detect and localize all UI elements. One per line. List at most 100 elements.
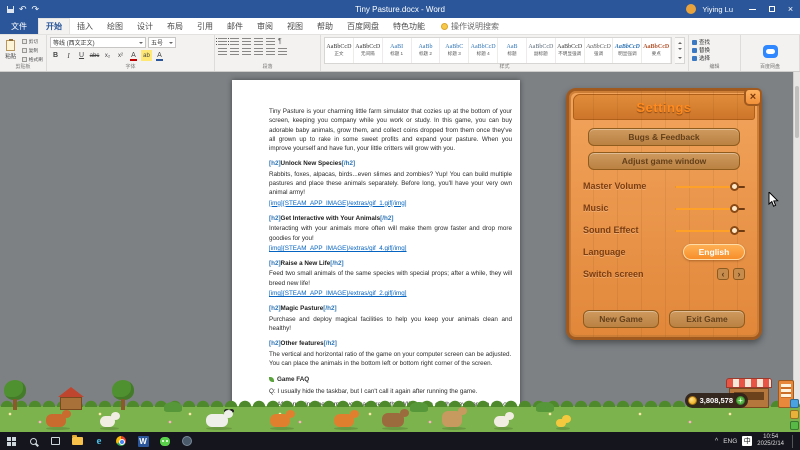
ribbon-tab-特色功能[interactable]: 特色功能 [386, 18, 432, 34]
style-card[interactable]: AaBbCcD标题 4 [469, 38, 498, 63]
start-button[interactable] [0, 432, 22, 450]
ime-badge[interactable]: 中 [742, 436, 752, 446]
numbering-icon[interactable] [230, 38, 239, 45]
font-button[interactable]: A [128, 50, 139, 61]
bullets-icon[interactable] [218, 38, 227, 45]
font-button[interactable]: I [63, 50, 74, 61]
animal-deer[interactable] [442, 411, 462, 427]
gallery-more-button[interactable] [675, 55, 684, 63]
slider-knob[interactable] [730, 182, 739, 191]
edge-button[interactable]: e [88, 432, 110, 450]
style-card[interactable]: AaBb标题 2 [412, 38, 441, 63]
tell-me[interactable]: 操作说明搜索 [432, 18, 508, 34]
editing-button[interactable]: 选择 [692, 54, 737, 62]
style-card[interactable]: AaBbCcD要点 [642, 38, 671, 63]
align-right-icon[interactable] [242, 48, 251, 55]
clipboard-button[interactable]: 格式刷 [22, 56, 43, 63]
line-spacing-icon[interactable] [266, 48, 275, 55]
paste-button[interactable]: 粘贴 [3, 37, 19, 63]
notification-center-button[interactable] [792, 435, 796, 448]
game-collection-button[interactable] [790, 421, 799, 430]
settings-close-button[interactable]: × [744, 88, 762, 106]
slider-knob[interactable] [730, 226, 739, 235]
save-icon[interactable] [7, 6, 14, 13]
game-settings-button[interactable] [790, 399, 799, 408]
editing-button[interactable]: 查找 [692, 38, 737, 46]
vertical-scrollbar[interactable] [793, 72, 800, 432]
tray-chevron-icon[interactable]: ^ [715, 438, 718, 445]
animal-fox[interactable] [270, 414, 290, 427]
ribbon-tab-设计[interactable]: 设计 [130, 18, 160, 34]
scrollbar-thumb[interactable] [795, 86, 799, 138]
search-button[interactable] [22, 432, 44, 450]
ribbon-tab-开始[interactable]: 开始 [38, 18, 70, 34]
ribbon-tab-邮件[interactable]: 邮件 [220, 18, 250, 34]
font-button[interactable]: ab [141, 50, 152, 61]
font-button[interactable]: x² [115, 50, 126, 61]
minimize-button[interactable] [743, 0, 762, 18]
font-button[interactable]: U [76, 50, 87, 61]
style-card[interactable]: AaBbCcD不明显强调 [556, 38, 585, 63]
style-card[interactable]: AaBbC标题 3 [440, 38, 469, 63]
gallery-down-button[interactable] [675, 46, 684, 54]
ribbon-tab-百度网盘[interactable]: 百度网盘 [340, 18, 386, 34]
clipboard-button[interactable]: 复制 [22, 47, 43, 54]
file-explorer-button[interactable] [66, 432, 88, 450]
image-link[interactable]: [img]{STEAM_APP_IMAGE}/extras/gif_4.gif[… [269, 244, 512, 253]
switch-left-button[interactable]: ‹ [717, 268, 729, 280]
avatar[interactable] [686, 4, 696, 14]
ribbon-tab-帮助[interactable]: 帮助 [310, 18, 340, 34]
font-button[interactable]: A [154, 50, 165, 61]
gallery-up-button[interactable] [675, 38, 684, 46]
font-name-select[interactable]: 等线 (西文正文) [50, 37, 146, 48]
document-page[interactable]: Tiny Pasture is your charming little far… [232, 80, 520, 432]
animal-panda[interactable] [206, 414, 228, 427]
chrome-button[interactable] [110, 432, 132, 450]
adjust-window-button[interactable]: Adjust game window [588, 152, 740, 170]
ribbon-tab-视图[interactable]: 视图 [280, 18, 310, 34]
steam-button[interactable] [176, 432, 198, 450]
font-button[interactable]: B [50, 50, 61, 61]
animal-capybara[interactable] [382, 413, 404, 427]
animal-bird[interactable] [556, 419, 566, 427]
new-game-button[interactable]: New Game [583, 310, 659, 328]
align-left-icon[interactable] [218, 48, 227, 55]
bugs-feedback-button[interactable]: Bugs & Feedback [588, 128, 740, 146]
multilevel-list-icon[interactable] [242, 38, 251, 45]
maximize-button[interactable] [762, 0, 781, 18]
increase-indent-icon[interactable] [266, 38, 275, 45]
slider-control[interactable] [675, 226, 745, 235]
undo-icon[interactable]: ↶ [19, 5, 27, 14]
align-center-icon[interactable] [230, 48, 239, 55]
tray-language[interactable]: ENG [723, 438, 737, 445]
ribbon-tab-布局[interactable]: 布局 [160, 18, 190, 34]
ribbon-tab-审阅[interactable]: 审阅 [250, 18, 280, 34]
style-card[interactable]: AaBbCcD正文 [325, 38, 354, 63]
style-card[interactable]: AaBbCcD无间隔 [354, 38, 383, 63]
image-link[interactable]: [img]{STEAM_APP_IMAGE}/extras/gif_1.gif[… [269, 199, 512, 208]
close-button[interactable]: × [781, 0, 800, 18]
slider-control[interactable] [675, 182, 745, 191]
editing-button[interactable]: 替换 [692, 46, 737, 54]
decrease-indent-icon[interactable] [254, 38, 263, 45]
font-button[interactable]: abc [89, 50, 100, 61]
style-card[interactable]: AaBI标题 1 [383, 38, 412, 63]
animal-rabbit[interactable] [100, 416, 115, 427]
redo-icon[interactable]: ↷ [32, 5, 40, 14]
slider-knob[interactable] [730, 204, 739, 213]
style-card[interactable]: AaBbCcD强调 [585, 38, 614, 63]
animal-rabbit[interactable] [494, 416, 509, 427]
font-button[interactable]: x₂ [102, 50, 113, 61]
justify-icon[interactable] [254, 48, 263, 55]
animal-red-panda[interactable] [46, 414, 66, 427]
style-card[interactable]: AaBbCcD明显强调 [613, 38, 642, 63]
game-shop-button[interactable] [790, 410, 799, 419]
pilcrow-icon[interactable]: ¶ [278, 38, 282, 45]
task-view-button[interactable] [44, 432, 66, 450]
style-card[interactable]: AaBbCcD副标题 [527, 38, 556, 63]
wechat-button[interactable] [154, 432, 176, 450]
ribbon-tab-插入[interactable]: 插入 [70, 18, 100, 34]
image-link[interactable]: [img]{STEAM_APP_IMAGE}/extras/gif_2.gif[… [269, 289, 512, 298]
font-size-select[interactable]: 五号 [148, 37, 176, 48]
exit-game-button[interactable]: Exit Game [669, 310, 745, 328]
